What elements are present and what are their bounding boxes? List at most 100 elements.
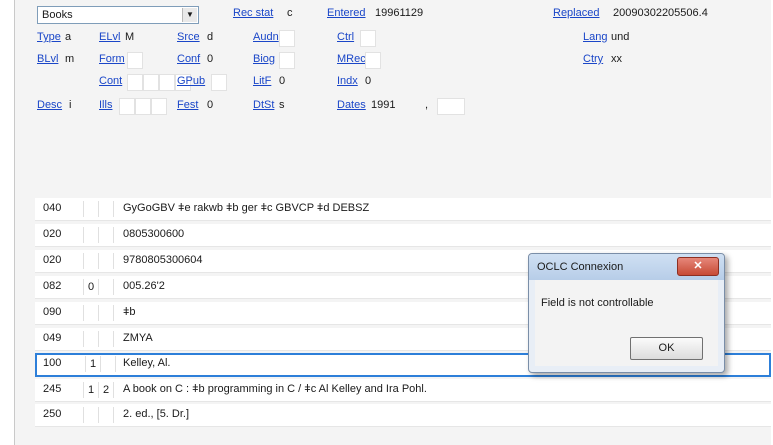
field-ind2[interactable] [101, 356, 116, 372]
field-ind2[interactable]: 2 [99, 382, 114, 398]
ok-button[interactable]: OK [630, 337, 703, 360]
ctrl-label[interactable]: Ctrl [337, 31, 354, 43]
field-row[interactable]: 250 2. ed., [5. Dr.] [35, 404, 771, 427]
srce-value[interactable]: d [207, 31, 213, 43]
lang-label[interactable]: Lang [583, 31, 607, 43]
record-type-select[interactable]: Books ▼ [37, 6, 199, 24]
field-tag[interactable]: 250 [43, 408, 61, 420]
field-ind2[interactable] [99, 305, 114, 321]
cont-value-2[interactable] [143, 74, 159, 91]
dtst-label[interactable]: DtSt [253, 99, 274, 111]
field-tag[interactable]: 100 [43, 357, 61, 369]
field-ind2[interactable] [99, 331, 114, 347]
field-data[interactable]: Kelley, Al. [123, 357, 171, 369]
indx-label[interactable]: Indx [337, 75, 358, 87]
fest-label[interactable]: Fest [177, 99, 198, 111]
field-ind2[interactable] [99, 227, 114, 243]
field-tag[interactable]: 020 [43, 254, 61, 266]
dtst-value[interactable]: s [279, 99, 285, 111]
type-label[interactable]: Type [37, 31, 61, 43]
elvl-value[interactable]: M [125, 31, 134, 43]
ills-value-2[interactable] [135, 98, 151, 115]
dates-value-1[interactable]: 1991 [371, 99, 395, 111]
field-data[interactable]: 0805300600 [123, 228, 184, 240]
close-button[interactable]: ✕ [677, 257, 719, 276]
field-data[interactable]: GyGoGBV ǂe rakwb ǂb ger ǂc GBVCP ǂd DEBS… [123, 202, 369, 214]
fest-value[interactable]: 0 [207, 99, 213, 111]
field-row[interactable]: 245 1 2 A book on C : ǂb programming in … [35, 379, 771, 402]
biog-value[interactable] [279, 52, 295, 69]
desc-value[interactable]: i [69, 99, 71, 111]
form-value[interactable] [127, 52, 143, 69]
field-ind1[interactable] [83, 407, 99, 423]
field-ind2[interactable] [99, 407, 114, 423]
field-data[interactable]: 005.26'2 [123, 280, 165, 292]
conf-value[interactable]: 0 [207, 53, 213, 65]
field-ind1[interactable] [83, 331, 99, 347]
indx-value[interactable]: 0 [365, 75, 371, 87]
field-ind1[interactable] [83, 227, 99, 243]
ctry-label[interactable]: Ctry [583, 53, 603, 65]
entered-value[interactable]: 19961129 [375, 7, 423, 19]
field-tag[interactable]: 245 [43, 383, 61, 395]
field-data[interactable]: 2. ed., [5. Dr.] [123, 408, 189, 420]
replaced-label[interactable]: Replaced [553, 7, 599, 19]
record-type-value: Books [42, 9, 73, 21]
litf-value[interactable]: 0 [279, 75, 285, 87]
field-ind1[interactable] [83, 201, 99, 217]
audn-label[interactable]: Audn [253, 31, 279, 43]
field-ind1[interactable]: 1 [85, 356, 101, 372]
mrec-label[interactable]: MRec [337, 53, 366, 65]
ctrl-value[interactable] [360, 30, 376, 47]
litf-label[interactable]: LitF [253, 75, 271, 87]
field-ind2[interactable] [99, 201, 114, 217]
gpub-value[interactable] [211, 74, 227, 91]
field-ind1[interactable] [83, 253, 99, 269]
lang-value[interactable]: und [611, 31, 629, 43]
field-ind1[interactable] [83, 305, 99, 321]
conf-label[interactable]: Conf [177, 53, 200, 65]
dates-label[interactable]: Dates [337, 99, 366, 111]
ills-label[interactable]: Ills [99, 99, 112, 111]
gpub-label[interactable]: GPub [177, 75, 205, 87]
mrec-value[interactable] [365, 52, 381, 69]
field-tag[interactable]: 082 [43, 280, 61, 292]
blvl-label[interactable]: BLvl [37, 53, 58, 65]
field-ind2[interactable] [99, 279, 114, 295]
field-ind2[interactable] [99, 253, 114, 269]
field-row[interactable]: 040 GyGoGBV ǂe rakwb ǂb ger ǂc GBVCP ǂd … [35, 198, 771, 221]
elvl-label[interactable]: ELvl [99, 31, 120, 43]
ills-value[interactable] [119, 98, 135, 115]
replaced-value[interactable]: 20090302205506.4 [613, 7, 708, 19]
biog-label[interactable]: Biog [253, 53, 275, 65]
type-value[interactable]: a [65, 31, 71, 43]
ctry-value[interactable]: xx [611, 53, 622, 65]
field-ind1[interactable]: 1 [83, 382, 99, 398]
recstat-label[interactable]: Rec stat [233, 7, 273, 19]
dates-value-2-box[interactable] [437, 98, 465, 115]
cont-value[interactable] [127, 74, 143, 91]
srce-label[interactable]: Srce [177, 31, 200, 43]
field-tag[interactable]: 049 [43, 332, 61, 344]
form-label[interactable]: Form [99, 53, 125, 65]
dates-value-2[interactable]: , [425, 99, 428, 111]
desc-label[interactable]: Desc [37, 99, 62, 111]
chevron-down-icon[interactable]: ▼ [182, 8, 197, 22]
blvl-value[interactable]: m [65, 53, 74, 65]
field-data[interactable]: ǂb [123, 306, 136, 318]
ills-value-3[interactable] [151, 98, 167, 115]
field-data[interactable]: 9780805300604 [123, 254, 203, 266]
field-tag[interactable]: 020 [43, 228, 61, 240]
cont-value-3[interactable] [159, 74, 175, 91]
field-data[interactable]: ZMYA [123, 332, 153, 344]
field-row[interactable]: 020 0805300600 [35, 224, 771, 247]
field-tag[interactable]: 090 [43, 306, 61, 318]
field-tag[interactable]: 040 [43, 202, 61, 214]
audn-value[interactable] [279, 30, 295, 47]
recstat-value[interactable]: c [287, 7, 293, 19]
dialog-titlebar[interactable]: OCLC Connexion ✕ [529, 254, 724, 280]
field-ind1[interactable]: 0 [83, 279, 99, 295]
cont-label[interactable]: Cont [99, 75, 122, 87]
field-data[interactable]: A book on C : ǂb programming in C / ǂc A… [123, 383, 427, 395]
entered-label[interactable]: Entered [327, 7, 366, 19]
